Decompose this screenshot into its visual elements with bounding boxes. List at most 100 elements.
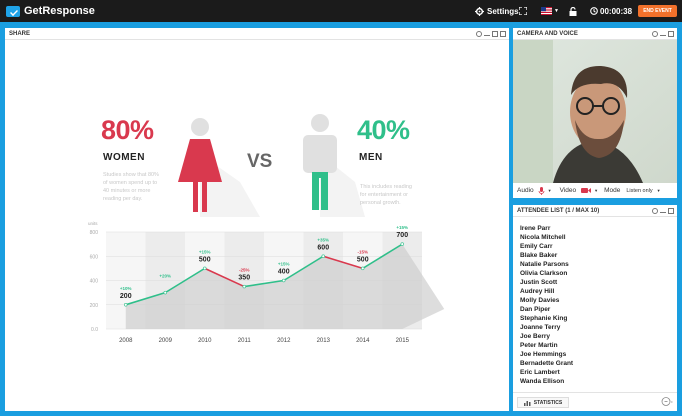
data-point [400, 242, 404, 246]
minimize-icon[interactable] [660, 32, 666, 36]
change-label: -15% [357, 249, 368, 254]
settings-button[interactable]: Settings [475, 0, 519, 22]
chevron-down-icon: ▼ [656, 188, 661, 193]
video-toggle[interactable]: ▼ [581, 187, 598, 194]
fullscreen-icon [519, 7, 527, 15]
attendee-name[interactable]: Wanda Ellison [520, 377, 573, 386]
attendee-panel-title: ATTENDEE LIST (1 / MAX 10) [517, 208, 600, 214]
expand-icon[interactable] [500, 31, 506, 37]
getresponse-logo-icon [6, 5, 20, 17]
men-percent: 40% [357, 115, 410, 145]
statistics-button[interactable]: STATISTICS [517, 397, 569, 408]
women-note-line: 40 minutes or more [103, 188, 151, 194]
attendee-footer-divider [513, 392, 677, 393]
audio-label: Audio [517, 187, 534, 194]
women-note-line: reading per day. [103, 196, 143, 202]
women-label: WOMEN [103, 152, 145, 163]
y-tick-label: 800 [90, 230, 99, 236]
minimize-icon[interactable] [660, 209, 666, 213]
x-tick-label: 2009 [159, 338, 173, 344]
attendee-name[interactable]: Irene Parr [520, 224, 573, 233]
attendee-list: Irene Parr Nicola Mitchell Emily Carr Blake… [520, 224, 573, 386]
attendee-name[interactable]: Molly Davies [520, 296, 573, 305]
us-flag-icon [541, 7, 552, 15]
change-label: +15% [199, 249, 211, 254]
language-selector[interactable]: ▼ [541, 0, 559, 22]
gear-icon[interactable] [652, 208, 658, 214]
chevron-down-icon: ▼ [547, 188, 552, 193]
attendee-name[interactable]: Joe Berry [520, 332, 573, 341]
data-point [124, 303, 128, 307]
women-percent: 80% [101, 115, 154, 145]
attendee-name[interactable]: Nicola Mitchell [520, 233, 573, 242]
attendee-name[interactable]: Stephanie King [520, 314, 573, 323]
attendee-name[interactable]: Joanne Terry [520, 323, 573, 332]
data-point [361, 266, 365, 271]
maximize-icon[interactable] [492, 31, 498, 37]
gear-icon[interactable] [476, 31, 482, 37]
x-tick-label: 2010 [198, 338, 212, 344]
data-label: 200 [120, 293, 132, 300]
attendee-name[interactable]: Bernadette Grant [520, 359, 573, 368]
attendee-name[interactable]: Peter Martin [520, 341, 573, 350]
brand-name: GetResponse [24, 5, 95, 17]
men-note-line: This includes reading [360, 184, 412, 190]
attendee-name[interactable]: Justin Scott [520, 278, 573, 287]
microphone-icon [538, 186, 545, 195]
data-label: 600 [317, 244, 329, 251]
change-label: +15% [396, 225, 408, 230]
data-point [321, 254, 325, 258]
attendee-name[interactable]: Emily Carr [520, 242, 573, 251]
presenter-video[interactable] [513, 40, 677, 183]
attendee-name[interactable]: Dan Piper [520, 305, 573, 314]
men-note-line: personal growth. [360, 200, 401, 206]
mode-select[interactable]: Listen only ▼ [626, 188, 660, 194]
attendee-panel-header: ATTENDEE LIST (1 / MAX 10) [513, 205, 677, 217]
chevron-down-icon: ▼ [554, 8, 559, 14]
data-label: 500 [199, 256, 211, 263]
data-label: 500 [357, 256, 369, 263]
x-tick-label: 2011 [238, 338, 252, 344]
data-point [242, 284, 246, 289]
y-tick-label: 400 [90, 279, 99, 285]
change-label: -25% [239, 268, 250, 273]
minimize-icon[interactable] [484, 32, 490, 36]
data-label: 350 [238, 275, 250, 282]
vs-label: VS [247, 151, 273, 172]
maximize-icon[interactable] [668, 208, 674, 214]
y-tick-label: 600 [90, 254, 99, 260]
attendee-name[interactable]: Blake Baker [520, 251, 573, 260]
audio-toggle[interactable]: ▼ [538, 186, 552, 195]
attendee-name[interactable]: Eric Lambert [520, 368, 573, 377]
camera-panel-header: CAMERA AND VOICE [513, 28, 677, 40]
change-label: +15% [278, 262, 290, 267]
attendee-name[interactable]: Joe Hemmings [520, 350, 573, 359]
timer-value: 00:00:38 [600, 6, 633, 16]
mode-value: Listen only [626, 187, 653, 194]
lock-button[interactable] [569, 0, 577, 22]
x-tick-label: 2008 [119, 338, 133, 344]
chat-icon[interactable] [661, 397, 673, 406]
maximize-icon[interactable] [668, 31, 674, 37]
women-note: Studies show that 80% of women spend up … [103, 171, 159, 203]
change-label: +10% [120, 286, 132, 291]
data-point [163, 290, 167, 295]
x-tick-label: 2014 [356, 338, 370, 344]
end-event-button[interactable]: END EVENT [638, 5, 677, 17]
fullscreen-button[interactable] [519, 0, 527, 22]
x-tick-label: 2015 [396, 338, 410, 344]
gear-icon[interactable] [652, 31, 658, 37]
attendee-name[interactable]: Olivia Clarkson [520, 269, 573, 278]
statistics-label: STATISTICS [533, 399, 563, 406]
video-label: Video [559, 187, 577, 194]
attendee-name[interactable]: Natalie Parsons [520, 260, 573, 269]
change-label: +20% [159, 274, 171, 279]
share-panel-title: SHARE [9, 31, 31, 37]
men-label: MEN [359, 152, 383, 163]
brand-logo: GetResponse [6, 4, 95, 18]
men-note-line: for entertainment or [360, 192, 408, 198]
y-tick-label: 0.0 [91, 327, 98, 333]
change-label: +35% [317, 237, 329, 242]
attendee-name[interactable]: Audrey Hill [520, 287, 573, 296]
mode-label: Mode [604, 187, 621, 194]
